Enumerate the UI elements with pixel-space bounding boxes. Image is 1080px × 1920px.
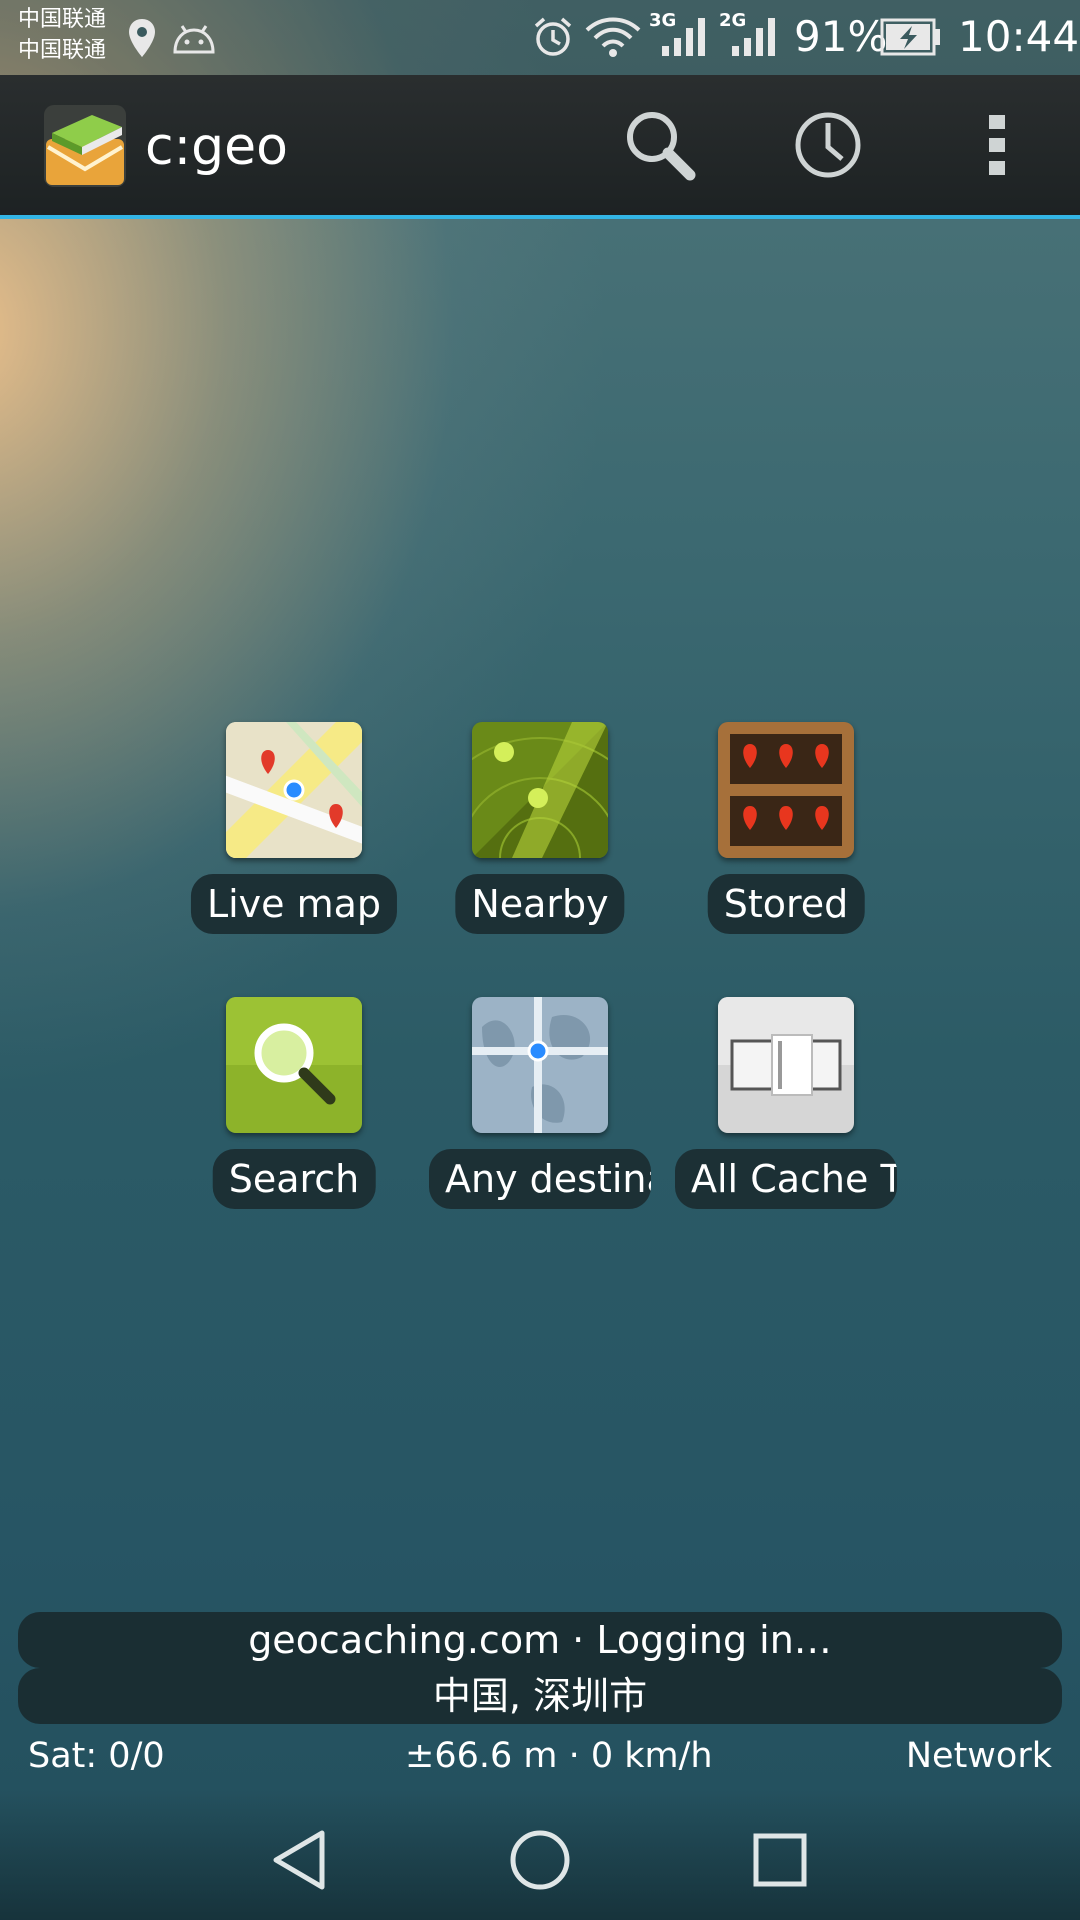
stored-tile[interactable]: Stored — [676, 722, 896, 952]
search-magnifier-icon — [226, 997, 362, 1133]
nearby-tile[interactable]: Nearby — [430, 722, 650, 952]
home-button[interactable] — [490, 1815, 590, 1905]
live-map-tile[interactable]: Live map — [184, 722, 404, 952]
location-address-bar: 中国, 深圳市 — [18, 1668, 1062, 1724]
wifi-icon — [585, 17, 641, 57]
gps-status-row: Sat: 0/0 ±66.6 m · 0 km/h Network — [0, 1728, 1080, 1788]
recents-button[interactable] — [730, 1815, 830, 1905]
login-status-bar: geocaching.com · Logging in… — [18, 1612, 1062, 1668]
history-button[interactable] — [788, 105, 868, 185]
back-icon — [273, 1830, 325, 1890]
cache-type-filter-label: All Cache Types — [675, 1149, 897, 1209]
recents-icon — [753, 1833, 807, 1887]
alarm-icon — [534, 17, 572, 56]
cache-type-filter-icon — [718, 997, 854, 1133]
any-destination-label: Any destination — [429, 1149, 651, 1209]
live-map-label: Live map — [190, 874, 398, 934]
accuracy-speed: ±66.6 m · 0 km/h — [405, 1736, 713, 1776]
navigation-bar — [0, 1790, 1080, 1920]
nearby-label: Nearby — [455, 874, 625, 934]
nearby-radar-icon — [472, 722, 608, 858]
app-logo-icon[interactable] — [42, 103, 128, 189]
signal-3g-icon — [662, 18, 705, 56]
any-destination-icon — [472, 997, 608, 1133]
app-title: c:geo — [145, 117, 288, 177]
carrier-2: 中国联通 — [18, 38, 107, 63]
history-icon — [795, 112, 861, 178]
search-label: Search — [212, 1149, 376, 1209]
cache-type-filter-tile[interactable]: All Cache Types — [675, 997, 897, 1227]
search-tile[interactable]: Search — [184, 997, 404, 1227]
search-button[interactable] — [620, 105, 700, 185]
stored-label: Stored — [707, 874, 865, 934]
search-icon — [627, 112, 696, 181]
action-bar: c:geo — [0, 75, 1080, 219]
satellite-count: Sat: 0/0 — [28, 1736, 165, 1776]
any-destination-tile[interactable]: Any destination — [429, 997, 651, 1227]
home-icon — [510, 1830, 570, 1890]
carrier-1: 中国联通 — [18, 7, 107, 32]
battery-charging-icon — [880, 18, 940, 56]
location-pin-icon — [129, 19, 155, 57]
location-provider: Network — [905, 1736, 1052, 1776]
signal-2g-icon — [732, 18, 775, 56]
stored-shelf-icon — [718, 722, 854, 858]
overflow-menu-icon — [989, 115, 1005, 175]
carrier-names: 中国联通 中国联通 — [18, 4, 106, 66]
back-button[interactable] — [250, 1815, 350, 1905]
overflow-menu-button[interactable] — [957, 105, 1037, 185]
status-bar: 中国联通 中国联通 3G 2G 91% 10:44 — [0, 0, 1080, 75]
battery-percent: 91% — [794, 12, 888, 61]
clock: 10:44 — [958, 12, 1080, 61]
live-map-icon — [226, 722, 362, 858]
android-icon — [173, 25, 215, 54]
